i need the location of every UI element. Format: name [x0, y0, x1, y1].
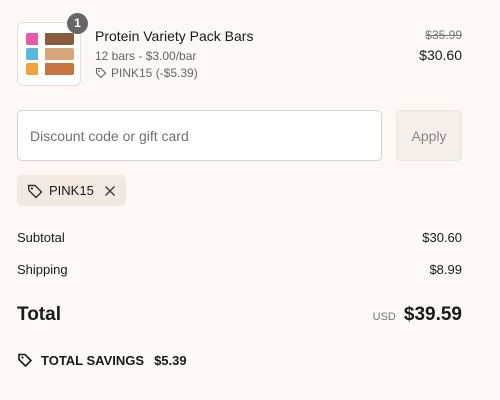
subtotal-value: $30.60: [422, 230, 462, 245]
product-variant: 12 bars - $3.00/bar: [95, 49, 197, 63]
subtotal-label: Subtotal: [17, 230, 65, 245]
original-price: $35.99: [425, 28, 462, 42]
total-savings: TOTAL SAVINGS $5.39: [17, 352, 187, 368]
shipping-row: Shipping $8.99: [17, 262, 462, 277]
discounted-price: $30.60: [419, 47, 462, 63]
discount-code-input[interactable]: [17, 110, 382, 161]
product-name: Protein Variety Pack Bars: [95, 28, 254, 44]
product-discount: PINK15 (-$5.39): [95, 66, 198, 80]
product-bar-image: [26, 48, 74, 60]
total-row: Total USD $39.59: [17, 304, 462, 326]
savings-tag-icon: [17, 352, 33, 368]
subtotal-row: Subtotal $30.60: [17, 230, 462, 245]
close-icon[interactable]: [104, 185, 116, 197]
applied-discount-chip: PINK15: [17, 175, 126, 206]
shipping-value: $8.99: [429, 262, 462, 277]
applied-code-label: PINK15: [49, 183, 94, 198]
tag-icon: [27, 183, 43, 199]
shipping-label: Shipping: [17, 262, 68, 277]
quantity-badge: 1: [67, 13, 88, 34]
product-bar-image: [26, 33, 74, 45]
savings-label: TOTAL SAVINGS: [41, 352, 145, 368]
tag-icon: [95, 67, 107, 79]
savings-value: $5.39: [154, 352, 187, 368]
cart-line-item: 1 Protein Variety Pack Bars 12 bars - $3…: [17, 13, 462, 86]
currency-code: USD: [372, 311, 396, 323]
apply-button[interactable]: Apply: [396, 110, 462, 161]
product-discount-label: PINK15 (-$5.39): [111, 66, 198, 80]
total-label: Total: [17, 304, 61, 325]
product-bar-image: [26, 63, 74, 75]
total-value: $39.59: [403, 304, 462, 325]
